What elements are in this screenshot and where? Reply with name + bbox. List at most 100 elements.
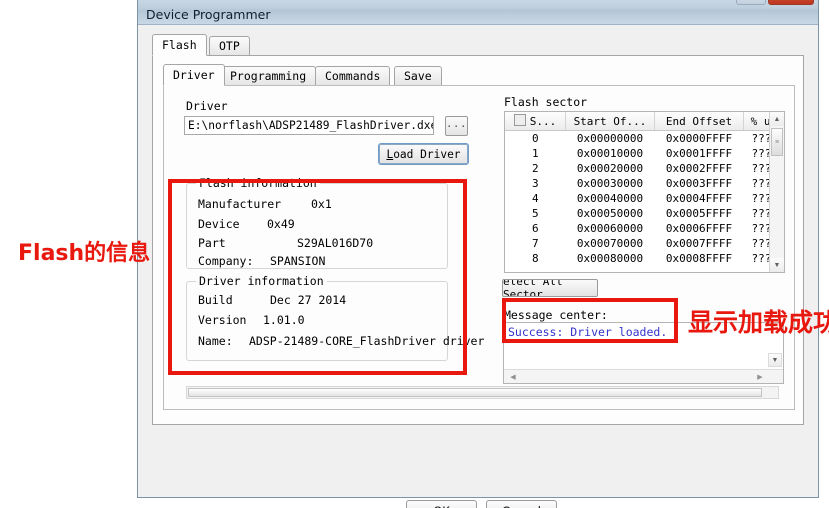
flash-sector-table-container: S... Start Of... End Offset % used [504,111,785,273]
tab-commands[interactable]: Commands [315,66,391,85]
select-all-checkbox-icon[interactable] [513,114,526,126]
driver-path-input[interactable]: E:\norflash\ADSP21489_FlashDriver.dxe [184,116,434,135]
cancel-mnemonic: C [502,504,510,508]
message-scroll-right-icon[interactable]: ▶ [753,370,767,383]
tab-flash[interactable]: Flash [152,34,207,56]
cell-end: 0x0004FFFF [665,192,733,205]
flash-sector-table-body: 0 0x00000000 0x0000FFFF ??? 1 0x00010000… [505,131,784,267]
tab-save[interactable]: Save [394,66,442,85]
cell-sector: 1 [531,147,539,160]
table-row[interactable]: 4 0x00040000 0x0004FFFF ??? [505,191,784,206]
table-row[interactable]: 0 0x00000000 0x0000FFFF ??? [505,131,784,147]
driver-information-title: Driver information [196,274,327,288]
flash-information-group: Flash information Manufacturer 0x1 Devic… [186,176,448,269]
message-horizontal-scrollbar[interactable]: ◀ ▶ [504,369,783,383]
annotation-label-flash-info: Flash的信息 [18,241,151,266]
panel-scrollbar-thumb[interactable] [188,388,762,397]
table-row[interactable]: 7 0x00070000 0x0007FFFF ??? [505,236,784,251]
close-button[interactable]: ✕ [768,0,814,5]
cell-sector: 2 [531,162,539,175]
tab-driver[interactable]: Driver [163,64,225,86]
cell-sector: 4 [531,192,539,205]
screenshot-root: Device Programmer ? ✕ Flash OTP Driver [0,0,829,508]
column-header-end-offset[interactable]: End Offset [654,112,744,131]
cell-sector: 6 [531,222,539,235]
flash-company-value: SPANSION [270,254,326,268]
load-driver-button[interactable]: Load Driver [378,143,469,165]
flash-device-value: 0x49 [267,217,295,231]
window-body: Flash OTP Driver Programming Commands Sa… [138,25,818,508]
table-row[interactable]: 8 0x00080000 0x0008FFFF ??? [505,251,784,266]
driver-version-value: 1.01.0 [263,313,305,327]
flash-company-key: Company: [198,254,254,268]
scroll-down-icon[interactable]: ▼ [770,258,784,272]
table-row[interactable]: 3 0x00030000 0x0003FFFF ??? [505,176,784,191]
driver-label: Driver [186,99,228,113]
cell-end: 0x0003FFFF [665,177,733,190]
cell-sector: 5 [531,207,539,220]
select-all-sector-button[interactable]: elect All Sector [502,279,598,297]
window-title: Device Programmer [146,7,271,22]
panel-horizontal-scrollbar[interactable] [186,386,779,399]
cell-sector: 7 [531,237,539,250]
flash-tab-panel: Driver Programming Commands Save Driver … [152,55,804,425]
driver-build-key: Build [198,293,233,307]
message-center-text: Success: Driver loaded. [508,325,668,339]
cancel-button[interactable]: Cancel [486,500,557,508]
flash-sector-scrollbar-thumb[interactable]: ≡ [771,128,783,156]
cell-end: 0x0008FFFF [665,252,733,265]
load-driver-mnemonic: L [386,147,394,161]
ok-label: K [442,504,450,508]
message-scroll-left-icon[interactable]: ◀ [506,370,520,383]
window-titlebar: Device Programmer ? ✕ [138,0,818,25]
driver-name-key: Name: [198,334,233,348]
cell-sector: 8 [531,252,539,265]
driver-name-value: ADSP-21489-CORE_FlashDriver driver [249,334,485,348]
scroll-up-icon[interactable]: ▲ [770,112,784,126]
help-button[interactable]: ? [736,0,766,5]
cell-start: 0x00030000 [576,177,644,190]
cell-start: 0x00020000 [576,162,644,175]
annotation-label-load-success: 显示加载成功 [688,308,829,337]
cell-start: 0x00050000 [576,207,644,220]
tab-otp[interactable]: OTP [209,36,250,55]
driver-information-group: Driver information Build Dec 27 2014 Ver… [186,274,484,361]
tab-programming[interactable]: Programming [220,66,317,85]
flash-manufacturer-value: 0x1 [311,197,332,211]
cell-end: 0x0002FFFF [665,162,733,175]
driver-version-key: Version [198,313,247,327]
flash-part-key: Part [198,236,226,250]
ok-mnemonic: O [433,504,442,508]
table-row[interactable]: 6 0x00060000 0x0006FFFF ??? [505,221,784,236]
table-row[interactable]: 5 0x00050000 0x0005FFFF ??? [505,206,784,221]
cell-sector: 3 [531,177,539,190]
message-scroll-down-icon[interactable]: ▼ [768,353,782,367]
column-header-sector-label: S... [529,115,557,128]
cell-start: 0x00080000 [576,252,644,265]
load-driver-label: oad Driver [393,147,461,161]
ok-button[interactable]: OK [406,500,477,508]
cell-start: 0x00070000 [576,237,644,250]
inner-tabstrip: Driver Programming Commands Save [163,64,795,86]
cell-sector: 0 [531,132,539,145]
table-row[interactable]: 1 0x00010000 0x0001FFFF ??? [505,146,784,161]
cell-end: 0x0007FFFF [665,237,733,250]
browse-button[interactable]: ... [445,116,468,136]
message-center-label: Message center: [504,308,608,322]
inner-tab-control: Driver Programming Commands Save [163,64,795,86]
cell-end: 0x0001FFFF [665,147,733,160]
flash-information-title: Flash information [196,176,320,190]
column-header-sector[interactable]: S... [505,112,566,131]
outer-tabstrip: Flash OTP [152,34,804,56]
driver-build-value: Dec 27 2014 [270,293,347,307]
device-programmer-window: Device Programmer ? ✕ Flash OTP Driver [137,0,819,508]
cell-end: 0x0000FFFF [665,132,733,145]
column-header-start-offset[interactable]: Start Of... [565,112,655,131]
flash-sector-vertical-scrollbar[interactable]: ▲ ≡ ▼ [769,112,784,272]
cell-end: 0x0006FFFF [665,222,733,235]
flash-part-value: S29AL016D70 [297,236,374,250]
flash-sector-table: S... Start Of... End Offset % used [505,112,784,267]
table-row[interactable]: 2 0x00020000 0x0002FFFF ??? [505,161,784,176]
cell-start: 0x00010000 [576,147,644,160]
cell-start: 0x00000000 [576,132,644,145]
